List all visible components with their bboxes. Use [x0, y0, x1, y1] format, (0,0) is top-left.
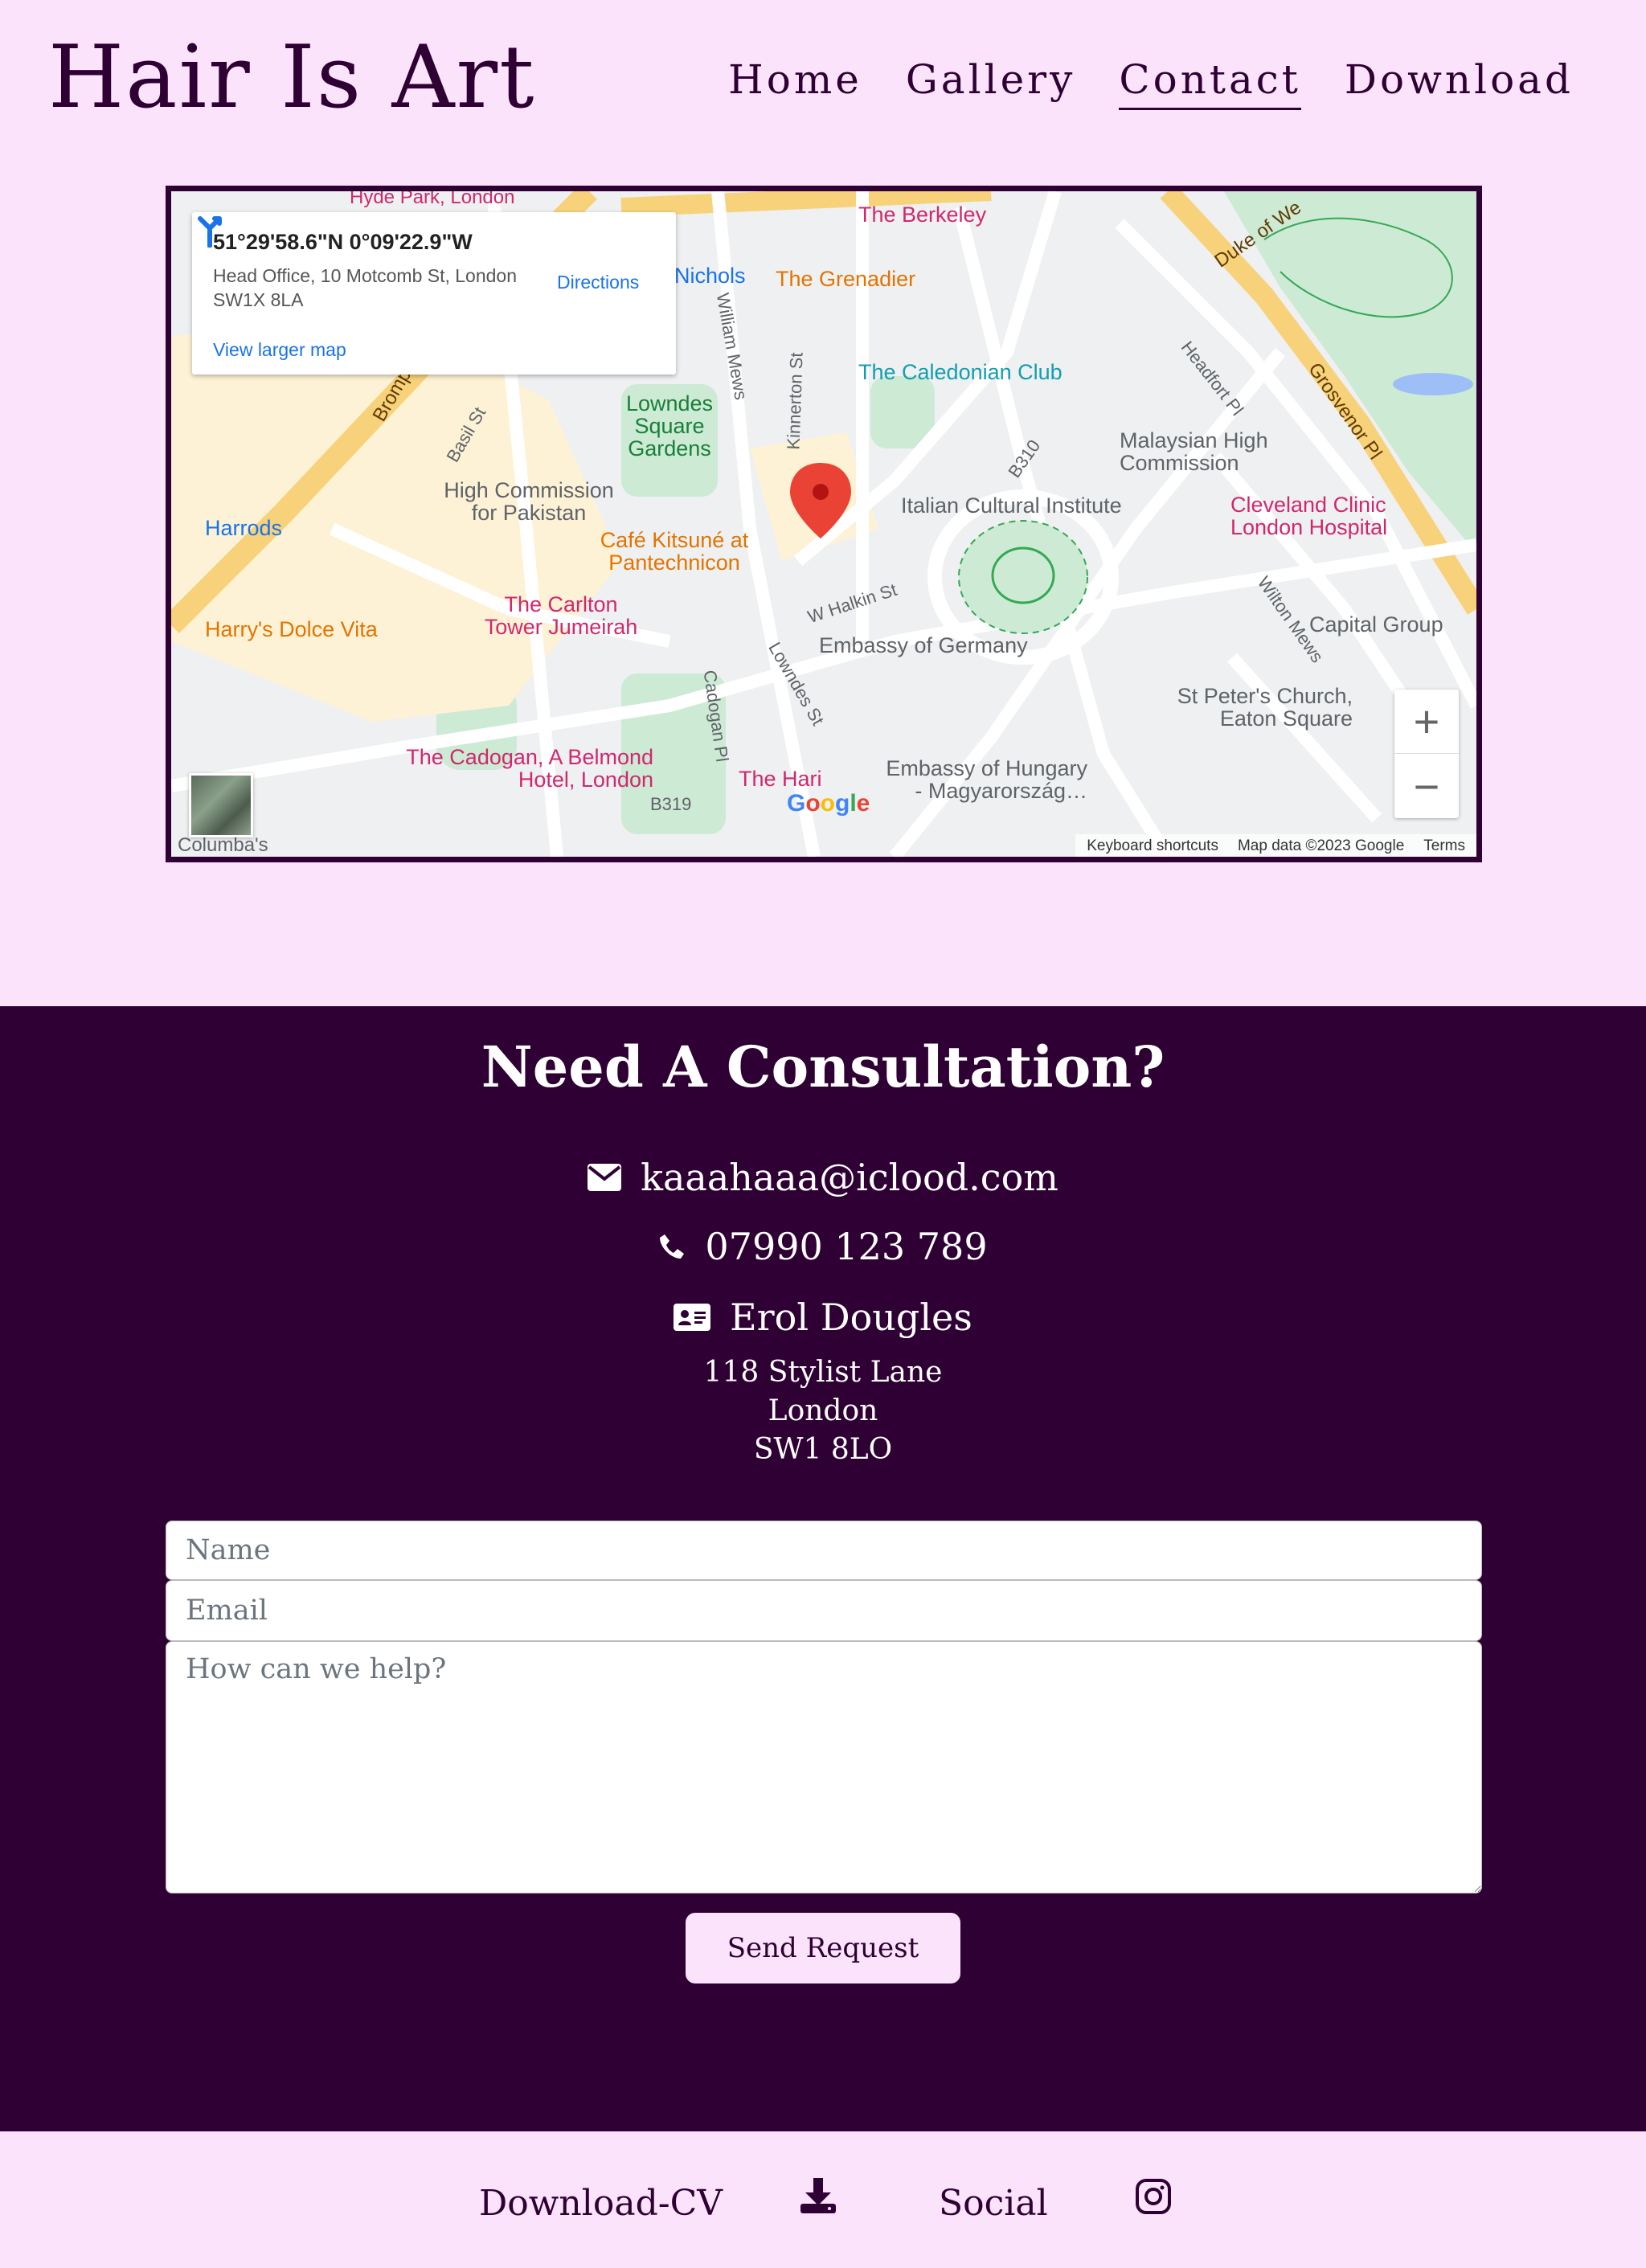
directions-link[interactable]: Directions	[557, 272, 639, 293]
place-label[interactable]: Café Kitsuné at Pantechnicon	[586, 529, 763, 574]
street-label: Kinnerton St	[783, 352, 807, 450]
place-label[interactable]: Italian Cultural Institute	[901, 493, 1122, 518]
envelope-icon	[588, 1164, 622, 1191]
directions-icon[interactable]	[192, 212, 227, 248]
place-label[interactable]: Embassy of Germany	[819, 633, 1028, 658]
place-label[interactable]: Hyde Park, London	[350, 191, 514, 209]
site-header: Hair Is Art Home Gallery Contact Downloa…	[0, 0, 1646, 161]
id-card-icon	[674, 1304, 711, 1331]
place-label[interactable]: Lowndes Square Gardens	[613, 392, 726, 460]
map-footer: Keyboard shortcuts Map data ©2023 Google…	[1075, 834, 1476, 857]
nav-gallery[interactable]: Gallery	[906, 56, 1075, 110]
street-label: Grosvenor Pl	[1304, 358, 1386, 464]
place-label[interactable]: Malaysian High Commission	[1120, 429, 1304, 474]
place-label[interactable]: St Peter's Church, Eaton Square	[1168, 685, 1353, 730]
street-label: W Halkin St	[805, 579, 899, 628]
google-logo: Google	[787, 790, 870, 817]
keyboard-shortcuts-link[interactable]: Keyboard shortcuts	[1087, 837, 1218, 854]
place-label[interactable]: Embassy of Hungary - Magyarország…	[878, 757, 1087, 802]
place-label[interactable]: Columba's	[178, 834, 268, 857]
consultation-section: Need A Consultation? kaaahaaa@iclood.com…	[0, 1006, 1646, 2131]
embedded-map[interactable]: The Berkeley The Grenadier The Caledonia…	[166, 186, 1482, 862]
satellite-toggle[interactable]	[189, 773, 253, 837]
contact-address: 118 Stylist Lane London SW1 8LO	[0, 1353, 1646, 1469]
contact-name: Erol Dougles	[730, 1296, 972, 1339]
place-label[interactable]: The Caledonian Club	[858, 360, 1063, 385]
contact-email[interactable]: kaaahaaa@iclood.com	[641, 1156, 1058, 1199]
nav-download[interactable]: Download	[1345, 56, 1574, 110]
email-line: kaaahaaa@iclood.com	[0, 1156, 1646, 1199]
place-label[interactable]: The Berkeley	[858, 203, 986, 227]
street-label: Headfort Pl	[1177, 337, 1248, 420]
instagram-icon[interactable]	[1135, 2178, 1172, 2215]
social-label: Social	[939, 2183, 1048, 2224]
site-logo[interactable]: Hair Is Art	[48, 27, 536, 128]
map-zoom-controls: + −	[1394, 690, 1459, 818]
nav-contact[interactable]: Contact	[1119, 56, 1301, 110]
contact-name-line: Erol Dougles	[0, 1296, 1646, 1339]
consultation-title: Need A Consultation?	[481, 1034, 1165, 1100]
street-label: B319	[650, 794, 692, 814]
site-footer: Download-CV Social	[0, 2131, 1646, 2268]
name-field[interactable]	[166, 1521, 1482, 1580]
nav-home[interactable]: Home	[728, 56, 862, 110]
street-label: Duke of We	[1210, 196, 1306, 272]
place-label[interactable]: The Carlton Tower Jumeirah	[477, 593, 645, 638]
place-label[interactable]: Harrods	[205, 516, 282, 541]
download-icon[interactable]	[799, 2176, 837, 2215]
place-label[interactable]: High Commission for Pakistan	[436, 479, 621, 524]
address-line: SW1 8LO	[753, 1433, 893, 1466]
map-coordinates: 51°29'58.6"N 0°09'22.9"W	[213, 230, 473, 254]
phone-line: 07990 123 789	[0, 1225, 1646, 1268]
view-larger-map-link[interactable]: View larger map	[213, 339, 346, 361]
street-label: William Mews	[712, 291, 751, 402]
place-label[interactable]: Capital Group	[1309, 612, 1443, 637]
zoom-in-button[interactable]: +	[1394, 690, 1459, 754]
terms-link[interactable]: Terms	[1423, 837, 1465, 854]
address-line: 118 Stylist Lane	[703, 1356, 943, 1389]
place-label[interactable]: Harry's Dolce Vita	[205, 617, 378, 642]
main-nav: Home Gallery Contact Download	[728, 56, 1574, 110]
street-label: Cadogan Pl	[699, 669, 733, 764]
phone-icon	[660, 1234, 685, 1259]
street-label: Basil St	[442, 403, 490, 466]
send-request-button[interactable]: Send Request	[686, 1913, 960, 1983]
contact-phone[interactable]: 07990 123 789	[705, 1225, 987, 1268]
email-field[interactable]	[166, 1580, 1482, 1641]
zoom-out-button[interactable]: −	[1394, 754, 1459, 818]
street-label: B310	[1004, 436, 1045, 481]
place-label[interactable]: The Hari	[739, 767, 822, 792]
place-label[interactable]: Nichols	[674, 264, 746, 289]
map-address: Head Office, 10 Motcomb St, London SW1X …	[213, 265, 518, 310]
place-label[interactable]: Cleveland Clinic London Hospital	[1230, 493, 1415, 538]
download-cv-link[interactable]: Download-CV	[479, 2183, 723, 2224]
address-line: London	[768, 1394, 878, 1427]
message-field[interactable]	[166, 1641, 1482, 1893]
place-label[interactable]: The Cadogan, A Belmond Hotel, London	[404, 746, 653, 791]
map-data-attribution: Map data ©2023 Google	[1237, 837, 1405, 854]
place-label[interactable]: The Grenadier	[776, 267, 915, 292]
map-info-card: 51°29'58.6"N 0°09'22.9"W Head Office, 10…	[192, 212, 676, 375]
